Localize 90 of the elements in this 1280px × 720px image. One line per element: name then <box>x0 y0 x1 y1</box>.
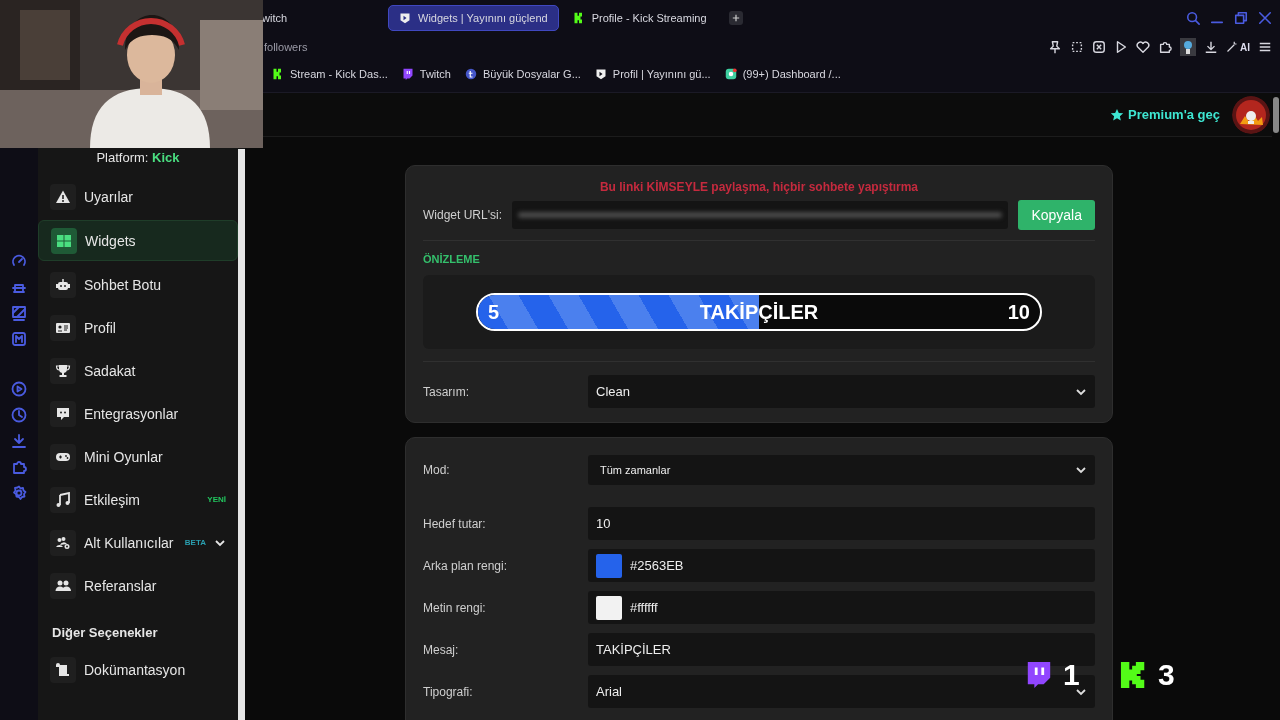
ai-button[interactable]: AI <box>1226 41 1250 53</box>
twitch-logo-icon <box>1025 660 1053 690</box>
pin-icon[interactable] <box>1048 40 1062 54</box>
design-select[interactable]: Clean <box>588 375 1095 408</box>
grid-icon <box>56 232 72 249</box>
close-box-icon[interactable] <box>1092 40 1106 54</box>
sidebar-item[interactable]: Mini Oyunlar <box>38 437 238 476</box>
heart-icon[interactable] <box>1136 40 1150 54</box>
robot-icon <box>55 276 71 293</box>
restore-icon[interactable] <box>1234 11 1248 25</box>
bookmark[interactable]: (99+) Dashboard /... <box>724 68 841 80</box>
tag-label: BETA <box>184 538 206 547</box>
avatar-icon <box>1183 40 1193 54</box>
field-label: Tipografi: <box>423 684 474 699</box>
follower-count: 3 <box>1158 660 1175 690</box>
field-label: Mesaj: <box>423 642 460 657</box>
puzzle-icon[interactable] <box>1158 40 1172 54</box>
sidebar-item[interactable]: Etkileşim YENİ <box>38 480 238 519</box>
premium-link[interactable]: Premium'a geç <box>1110 107 1220 122</box>
warning-text: Bu linki KİMSEYLE paylaşma, hiçbir sohbete yapıştırma <box>598 180 920 194</box>
settings-icon[interactable] <box>11 485 27 501</box>
sidebar-scrollbar[interactable] <box>238 149 245 720</box>
play-icon[interactable] <box>1114 40 1128 54</box>
address-field[interactable]: followers <box>264 41 308 53</box>
sidebar-item[interactable]: Referanslar <box>38 566 238 605</box>
striped-square-icon[interactable] <box>11 305 27 321</box>
avatar-icon[interactable] <box>1232 95 1270 134</box>
wand-icon <box>1226 41 1238 53</box>
field-label: Tasarım: <box>423 384 470 399</box>
gauge-icon[interactable] <box>11 253 27 269</box>
color-swatch[interactable] <box>596 553 622 578</box>
scrollbar-thumb[interactable] <box>1273 97 1279 133</box>
sidebar-item[interactable]: Dokümantasyon <box>38 650 238 689</box>
music-note-icon <box>55 491 71 508</box>
close-icon[interactable] <box>1258 11 1272 25</box>
star-icon <box>1110 107 1125 122</box>
browser-tab[interactable]: Profile - Kick Streaming <box>562 6 717 30</box>
field-label: Arka plan rengi: <box>423 558 509 573</box>
color-swatch[interactable] <box>596 595 622 620</box>
color-field[interactable]: #2563EB <box>588 549 1095 582</box>
color-field[interactable]: #ffffff <box>588 591 1095 624</box>
shield-icon <box>594 68 607 80</box>
browser-tab[interactable]: witch <box>262 6 384 30</box>
bookmark[interactable]: Stream - Kick Das... <box>272 68 388 80</box>
input-field[interactable]: TAKİPÇİLER <box>588 633 1095 666</box>
shield-icon <box>399 12 411 24</box>
input-field[interactable]: 10 <box>588 507 1095 540</box>
plus-icon <box>731 14 740 22</box>
profile-button[interactable] <box>1180 38 1196 56</box>
m-square-icon[interactable] <box>11 331 27 347</box>
goal-max: 10 <box>1007 300 1030 324</box>
field-label: Metin rengi: <box>423 600 487 615</box>
sidebar-item[interactable]: Uyarılar <box>38 177 238 216</box>
goal-min: 5 <box>488 300 500 324</box>
sidebar-item[interactable]: Sadakat <box>38 351 238 390</box>
twitch-logo-icon <box>401 68 414 80</box>
warning-icon <box>55 188 71 205</box>
field-label: Widget URL'si: <box>423 208 502 222</box>
section-heading: Diğer Seçenekler <box>51 624 159 642</box>
crop-icon[interactable] <box>1070 40 1084 54</box>
goal-message: TAKİPÇİLER <box>699 300 819 324</box>
chat-icon <box>55 405 71 422</box>
sidebar-item[interactable]: Entegrasyonlar <box>38 394 238 433</box>
bookmark[interactable]: Twitch <box>401 68 451 80</box>
k-logo-icon <box>572 12 585 24</box>
browser-tab[interactable]: Widgets | Yayınını güçlend <box>388 5 559 31</box>
field-label: Mod: <box>423 463 451 477</box>
menu-icon[interactable] <box>1258 40 1272 54</box>
chevron-down-icon <box>1075 464 1087 476</box>
clock-icon[interactable] <box>11 407 27 423</box>
t-logo-icon <box>465 68 477 80</box>
app-icon <box>724 68 737 80</box>
sidebar-item[interactable]: Alt Kullanıcılar BETA <box>38 523 238 562</box>
sidebar-item[interactable]: Profil <box>38 308 238 347</box>
bookmark[interactable]: Profil | Yayınını gü... <box>594 68 711 80</box>
tag-label: YENİ <box>207 495 226 504</box>
section-label: ÖNİZLEME <box>423 253 481 265</box>
scroll-icon <box>55 661 71 678</box>
play-circle-icon[interactable] <box>11 381 27 397</box>
bookmark[interactable]: Büyük Dosyalar G... <box>465 68 581 80</box>
search-icon[interactable] <box>1186 11 1200 25</box>
new-tab-button[interactable] <box>728 11 743 25</box>
select-field[interactable]: Tüm zamanlar <box>588 455 1095 485</box>
sidebar-item[interactable]: Widgets <box>38 220 238 261</box>
field-label: Hedef tutar: <box>423 516 487 531</box>
sidebar-item[interactable]: Sohbet Botu <box>38 265 238 304</box>
trophy-icon <box>55 362 71 379</box>
platform-label: Platform: Kick <box>95 149 181 167</box>
url-field[interactable] <box>512 201 1009 229</box>
k-logo-icon <box>272 68 284 80</box>
